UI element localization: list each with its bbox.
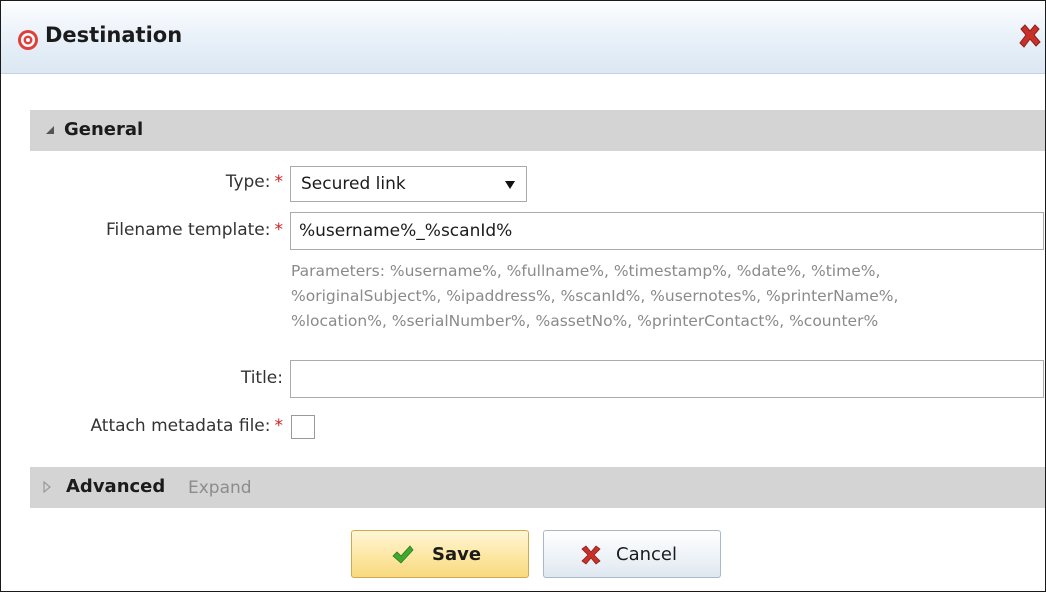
save-button[interactable]: Save bbox=[351, 530, 529, 578]
title-label-row: Title: bbox=[241, 368, 283, 388]
attach-metadata-label: Attach metadata file: bbox=[90, 416, 271, 436]
dropdown-arrow-icon bbox=[505, 181, 515, 189]
dialog-titlebar: Destination bbox=[1, 1, 1045, 74]
title-label: Title: bbox=[240, 368, 283, 388]
expand-triangle-icon bbox=[43, 481, 51, 493]
destination-dialog: Destination General Type: * Secured link … bbox=[0, 0, 1046, 592]
required-marker: * bbox=[274, 172, 284, 192]
filename-label-row: Filename template: * bbox=[106, 220, 283, 240]
cancel-button-label: Cancel bbox=[616, 544, 677, 565]
dialog-title: Destination bbox=[45, 23, 183, 47]
x-icon bbox=[581, 545, 601, 565]
hint-line: %originalSubject%, %ipaddress%, %scanId%… bbox=[291, 287, 899, 305]
expand-link[interactable]: Expand bbox=[188, 478, 252, 498]
checkmark-icon bbox=[392, 545, 414, 564]
section-advanced-header[interactable]: Advanced Expand bbox=[30, 467, 1045, 508]
hint-line: %location%, %serialNumber%, %assetNo%, %… bbox=[291, 312, 879, 330]
type-select[interactable]: Secured link bbox=[290, 166, 527, 202]
target-icon bbox=[18, 30, 38, 50]
filename-template-label: Filename template: bbox=[105, 220, 271, 240]
close-icon[interactable] bbox=[1017, 23, 1043, 49]
type-label: Type: bbox=[225, 172, 271, 192]
cancel-button[interactable]: Cancel bbox=[543, 530, 721, 578]
section-general-label: General bbox=[64, 119, 144, 140]
filename-parameters-hint: Parameters: %username%, %fullname%, %tim… bbox=[291, 259, 1036, 334]
attach-metadata-label-row: Attach metadata file: * bbox=[90, 416, 283, 436]
save-button-label: Save bbox=[432, 544, 482, 565]
section-general-header[interactable]: General bbox=[30, 110, 1045, 151]
filename-template-input[interactable] bbox=[290, 212, 1044, 250]
required-marker: * bbox=[274, 220, 284, 240]
title-input[interactable] bbox=[290, 360, 1044, 398]
collapse-triangle-icon bbox=[46, 126, 54, 134]
required-marker: * bbox=[274, 416, 284, 436]
type-label-row: Type: * bbox=[226, 172, 283, 192]
attach-metadata-checkbox[interactable] bbox=[291, 415, 315, 439]
type-select-value: Secured link bbox=[301, 174, 406, 194]
hint-line: Parameters: %username%, %fullname%, %tim… bbox=[291, 262, 881, 280]
section-advanced-label: Advanced bbox=[66, 476, 166, 497]
